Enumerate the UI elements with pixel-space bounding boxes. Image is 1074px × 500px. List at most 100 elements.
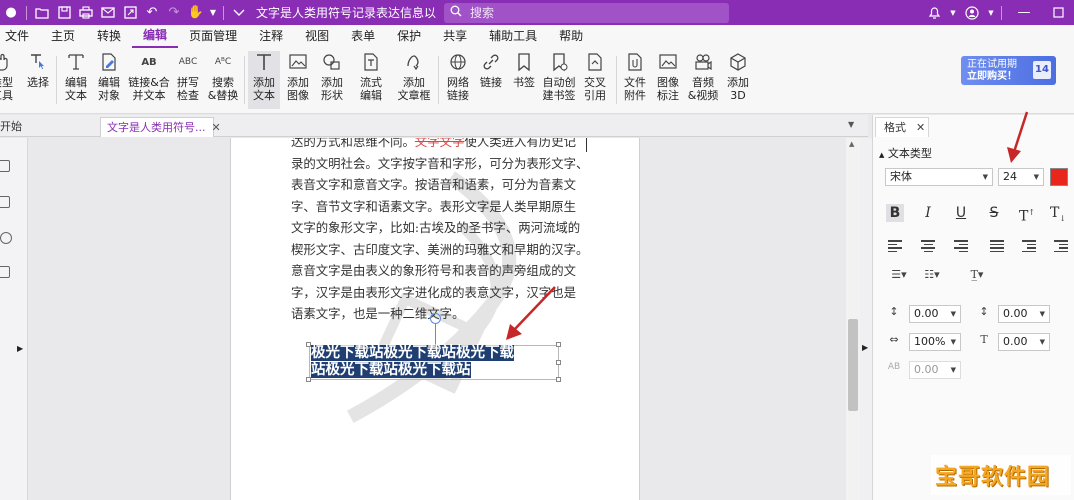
- close-icon[interactable]: ✕: [212, 121, 221, 134]
- search-input[interactable]: 搜索: [444, 2, 729, 23]
- scrollbar-thumb[interactable]: [848, 319, 858, 411]
- chevron-down-icon[interactable]: ▼: [985, 0, 997, 25]
- menu-page-manage[interactable]: 页面管理: [178, 25, 248, 48]
- collapse-icon[interactable]: ▲: [879, 151, 884, 159]
- maximize-icon[interactable]: [1042, 0, 1074, 25]
- link-button[interactable]: 链接: [478, 51, 504, 109]
- add-text-button[interactable]: 添加 文本: [248, 51, 280, 109]
- menu-home[interactable]: 主页: [40, 25, 86, 48]
- numbered-list-icon[interactable]: ☷▾: [921, 268, 943, 282]
- text-direction-icon[interactable]: T̲▾: [965, 268, 989, 282]
- minimize-icon[interactable]: —: [1006, 0, 1042, 25]
- font-color-swatch[interactable]: [1050, 168, 1068, 186]
- flow-edit-button[interactable]: 流式 编辑: [356, 51, 386, 109]
- tab-document[interactable]: 文字是人类用符号... ✕: [100, 117, 221, 137]
- subscript-button[interactable]: T↓: [1049, 204, 1067, 223]
- rotate-handle[interactable]: [430, 313, 441, 324]
- hand-tool-icon[interactable]: ✋: [185, 0, 207, 25]
- chevron-down-icon[interactable]: ▼: [848, 120, 854, 129]
- italic-button[interactable]: I: [919, 204, 937, 222]
- shape-icon: [321, 51, 343, 73]
- spell-check-button[interactable]: ABC 拼写 检查: [173, 51, 203, 109]
- resize-handle[interactable]: [556, 360, 561, 365]
- superscript-button[interactable]: T↑: [1018, 204, 1036, 225]
- add-article-box-button[interactable]: 添加 文章框: [396, 51, 432, 109]
- panel-toggle[interactable]: ▶: [860, 138, 872, 500]
- attachment-panel-icon[interactable]: [0, 266, 10, 278]
- scroll-up-icon[interactable]: ▲: [849, 140, 854, 148]
- add-3d-button[interactable]: 添加 3D: [723, 51, 753, 109]
- notification-bell-icon[interactable]: [921, 0, 947, 25]
- link-merge-text-button[interactable]: AB 链接&合 并文本: [128, 51, 170, 109]
- font-size-select[interactable]: 24 ▼: [998, 168, 1044, 186]
- menu-accessibility[interactable]: 辅助工具: [478, 25, 548, 48]
- resize-handle[interactable]: [556, 377, 561, 382]
- add-image-button[interactable]: 添加 图像: [283, 51, 313, 109]
- cross-reference-button[interactable]: 交叉 引用: [580, 51, 610, 109]
- align-right-icon[interactable]: [954, 240, 968, 252]
- menu-edit[interactable]: 编辑: [132, 25, 179, 48]
- expand-arrow-icon[interactable]: ▶: [17, 344, 23, 353]
- menu-share[interactable]: 共享: [432, 25, 478, 48]
- menu-view[interactable]: 视图: [294, 25, 340, 48]
- align-left-icon[interactable]: [888, 240, 902, 252]
- indent-increase-icon[interactable]: [1054, 240, 1068, 252]
- type-tool-button[interactable]: 类型 工具: [0, 51, 14, 109]
- search-replace-button[interactable]: AᴮC 搜索 &替换: [206, 51, 240, 109]
- indent-decrease-icon[interactable]: [1022, 240, 1036, 252]
- document-page[interactable]: 达的方式和思维不同。文字文字使人类进入有历史记 录的文明社会。文字按字音和字形，…: [230, 138, 640, 500]
- underline-button[interactable]: U: [952, 204, 970, 222]
- bookmark-panel-icon[interactable]: [0, 160, 10, 172]
- baseline-offset-select[interactable]: 0.00 ▼: [998, 333, 1050, 351]
- bold-button[interactable]: B: [886, 204, 904, 222]
- print-icon[interactable]: [75, 0, 97, 25]
- file-attachment-button[interactable]: 文件 附件: [620, 51, 650, 109]
- char-spacing-select[interactable]: 0.00 ▼: [909, 361, 961, 379]
- align-justify-icon[interactable]: [990, 240, 1004, 252]
- edit-object-button[interactable]: 编辑 对象: [93, 51, 125, 109]
- web-link-button[interactable]: 网络 链接: [442, 51, 474, 109]
- tab-format[interactable]: 格式 ✕: [875, 117, 929, 137]
- close-icon[interactable]: ✕: [916, 121, 925, 134]
- select-button[interactable]: 选择: [24, 51, 52, 109]
- undo-icon[interactable]: ↶: [141, 0, 163, 25]
- menu-protect[interactable]: 保护: [386, 25, 432, 48]
- vertical-scrollbar[interactable]: ▲: [846, 138, 860, 500]
- edit-text-button[interactable]: 编辑 文本: [62, 51, 90, 109]
- paragraph-spacing-select[interactable]: 0.00 ▼: [998, 305, 1050, 323]
- email-icon[interactable]: [97, 0, 119, 25]
- line-spacing-select[interactable]: 0.00 ▼: [909, 305, 961, 323]
- dropdown-menu-icon[interactable]: [228, 0, 250, 25]
- document-canvas[interactable]: 达的方式和思维不同。文字文字使人类进入有历史记 录的文明社会。文字按字音和字形，…: [28, 138, 846, 500]
- export-icon[interactable]: [119, 0, 141, 25]
- add-shape-button[interactable]: 添加 形状: [316, 51, 348, 109]
- menu-comment[interactable]: 注释: [248, 25, 294, 48]
- font-family-select[interactable]: 宋体 ▼: [885, 168, 993, 186]
- save-icon[interactable]: [53, 0, 75, 25]
- document-text[interactable]: 达的方式和思维不同。文字文字使人类进入有历史记 录的文明社会。文字按字音和字形，…: [291, 138, 588, 325]
- menu-form[interactable]: 表单: [340, 25, 386, 48]
- menu-file[interactable]: 文件: [0, 25, 40, 48]
- menu-convert[interactable]: 转换: [86, 25, 132, 48]
- redo-icon[interactable]: ↷: [163, 0, 185, 25]
- trial-purchase-button[interactable]: 正在试用期 立即购买！ 14: [961, 56, 1056, 85]
- open-folder-icon[interactable]: [31, 0, 53, 25]
- resize-handle[interactable]: [556, 342, 561, 347]
- chevron-down-icon[interactable]: ▼: [207, 0, 219, 25]
- user-avatar-icon[interactable]: [959, 0, 985, 25]
- auto-bookmark-button[interactable]: 自动创 建书签: [541, 51, 577, 109]
- audio-video-button[interactable]: 音频 &视频: [686, 51, 720, 109]
- menu-help[interactable]: 帮助: [548, 25, 594, 48]
- align-center-icon[interactable]: [921, 240, 935, 252]
- page-thumbnail-icon[interactable]: [0, 196, 10, 208]
- tab-start[interactable]: 开始: [0, 117, 28, 137]
- selected-text[interactable]: 极光下载站极光下载站极光下载 站极光下载站极光下载站: [311, 345, 514, 379]
- strikethrough-button[interactable]: S: [985, 204, 1003, 222]
- image-annotation-button[interactable]: 图像 标注: [653, 51, 683, 109]
- chevron-down-icon[interactable]: ▼: [947, 0, 959, 25]
- bookmark-button[interactable]: 书签: [511, 51, 537, 109]
- comment-panel-icon[interactable]: [0, 232, 12, 244]
- bullet-list-icon[interactable]: ☰▾: [888, 268, 910, 282]
- char-scale-select[interactable]: 100% ▼: [909, 333, 961, 351]
- button-label: 选择: [27, 76, 49, 89]
